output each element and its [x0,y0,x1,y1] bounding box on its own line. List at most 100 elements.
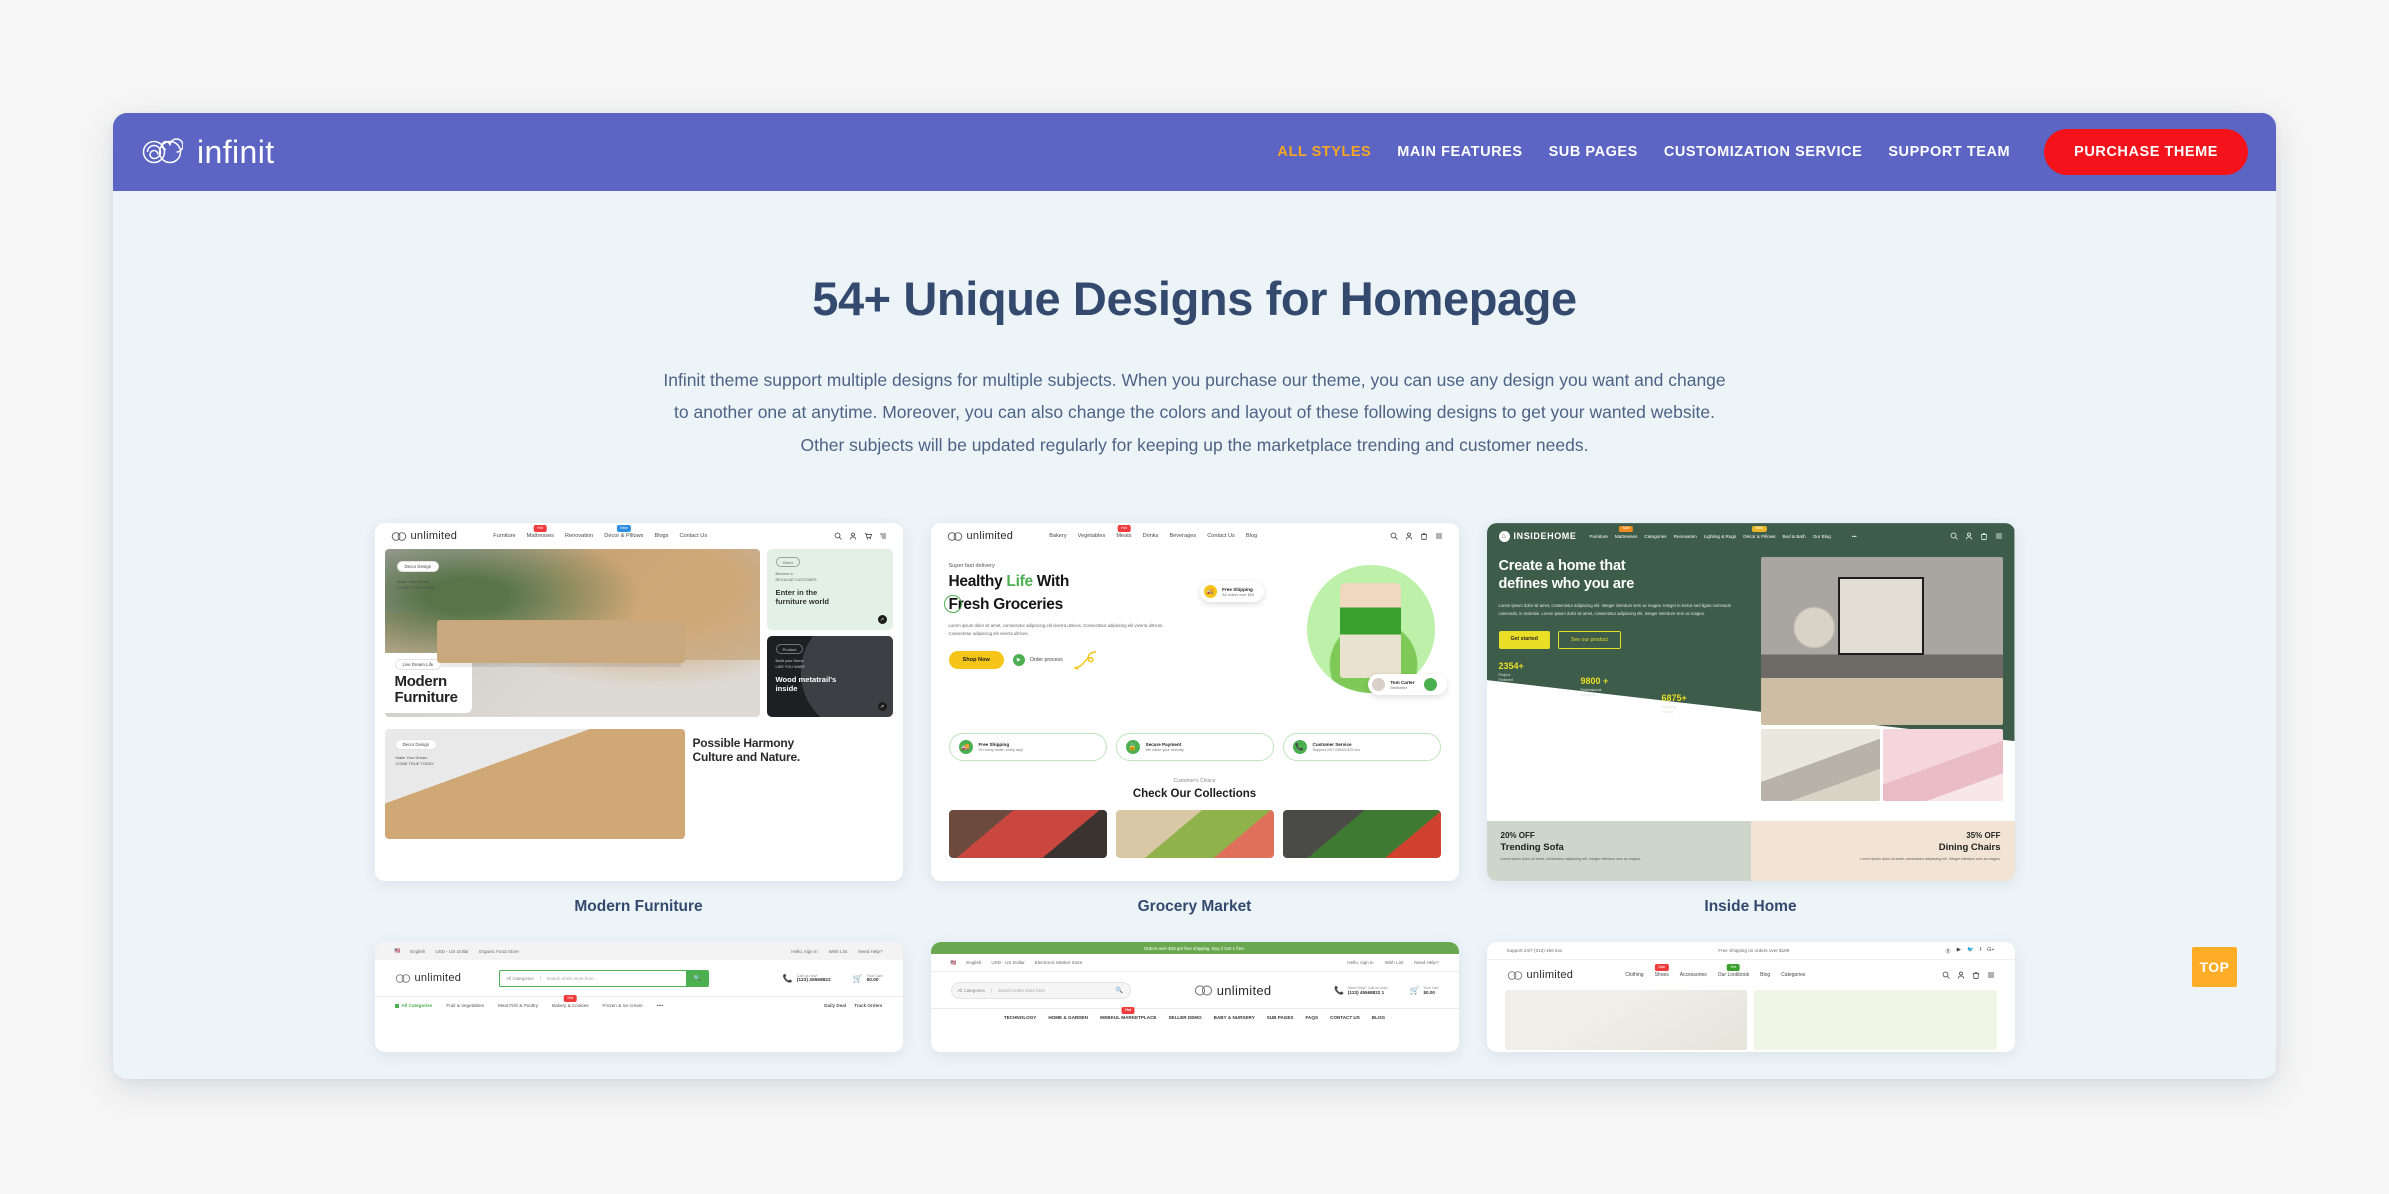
promo-card-product[interactable]: Product Build your Home LIKE YOU WANT Wo… [767,636,893,717]
design-card-organic-food[interactable]: 🇺🇸 English USD - US Dollar Organic Food … [374,942,903,1053]
cart-icon[interactable] [864,532,872,540]
mini-nav-item[interactable]: New Décor & Pillows [1743,525,1775,539]
search-icon[interactable]: 🔍 [686,970,709,986]
design-thumbnail[interactable]: Orders over $49 get free shipping. Buy 2… [930,942,1459,1053]
nav-item-home-garden[interactable]: HOME & GARDEN [1048,1015,1088,1020]
mini-nav-item[interactable]: Blog [1246,533,1257,539]
arrow-icon[interactable]: ↗ [877,615,887,625]
mini-nav-item[interactable]: Our Blog [1813,534,1831,539]
mini-nav-item[interactable]: Hot Meats [1116,525,1132,539]
more-dots-icon[interactable]: •••• [657,1003,663,1008]
nav-item-baby-nursery[interactable]: BABY & NURSERY [1214,1015,1255,1020]
all-categories-button[interactable]: All Categories [394,1003,432,1008]
user-icon[interactable] [849,532,857,540]
design-card-marketplace[interactable]: Orders over $49 get free shipping. Buy 2… [930,942,1459,1053]
collection-tile-fruit[interactable] [1115,810,1274,859]
need-help-link[interactable]: Need Help? [1414,960,1438,965]
search-icon[interactable] [834,532,842,540]
mini-nav-item[interactable]: Renovation [565,533,593,539]
nav-item-categories[interactable]: Categories [1781,972,1805,978]
nav-item-sub-pages[interactable]: SUB PAGES [1549,144,1638,160]
category-item[interactable]: Frozen & Ice cream [603,1003,643,1008]
mini-nav-item[interactable]: Blogs [654,533,668,539]
mini-nav-item[interactable]: Categories [1644,534,1666,539]
brand-logo[interactable]: infinit [141,136,275,168]
menu-icon[interactable] [1995,532,2003,540]
user-icon[interactable] [1965,532,1973,540]
nav-item-accessories[interactable]: Accessories [1680,972,1707,978]
search-icon[interactable]: 🔍 [1116,987,1130,994]
mini-nav-item[interactable]: Furniture [493,533,515,539]
nav-item-technology[interactable]: TECHNOLOGY [1004,1015,1036,1020]
daily-deal-link[interactable]: Daily Deal [824,1003,846,1008]
mini-nav-item[interactable]: Bakery [1049,533,1066,539]
nav-item-our-lookbook[interactable]: Hot Our Lookbook [1718,964,1749,978]
design-thumbnail[interactable]: Support 24/7 (012) 456 5xx Free Shipping… [1486,942,2015,1053]
mini-nav-item[interactable]: New Décor & Pillows [604,525,643,539]
mini-nav-item[interactable]: Furniture [1590,534,1608,539]
promo-dining-chairs[interactable]: 35% OFF Dining Chairs Lorem ipsum dolor … [1750,821,2015,882]
nav-item-seller-demo[interactable]: SELLER DEMO [1168,1015,1201,1020]
purchase-theme-button[interactable]: PURCHASE THEME [2044,129,2248,175]
gallery-thumb-bedroom[interactable] [1883,729,2003,802]
category-item[interactable]: Hot Bakery & Cookies [552,995,589,1008]
promo-card-client[interactable]: Client Become a REGULAR CUSTOMER Enter i… [766,549,893,631]
design-card-modern-furniture[interactable]: unlimited Furniture Hot Mattresses Renova… [374,523,903,916]
search-icon[interactable] [1942,971,1950,979]
get-started-button[interactable]: Get started [1498,630,1550,649]
nav-item-faqs[interactable]: FAQS [1306,1015,1319,1020]
design-thumbnail[interactable]: unlimited Furniture Hot Mattresses Renova… [374,523,903,882]
language-selector[interactable]: English [966,960,981,965]
search-icon[interactable] [1950,532,1958,540]
mini-nav-item[interactable]: Sale Mattresses [1615,525,1637,539]
collection-tile-vegetable[interactable] [1282,810,1441,859]
mini-nav-item[interactable]: Beverages [1169,533,1196,539]
twitter-icon[interactable]: 🐦 [1967,947,1974,955]
search-category-select[interactable]: All Categories [500,975,541,981]
facebook-icon[interactable]: f [1980,947,1982,955]
nav-item-all-styles[interactable]: ALL STYLES [1277,144,1371,160]
design-card-grocery-market[interactable]: unlimited Bakery Vegetables Hot Meats Dri… [930,523,1459,916]
see-our-product-button[interactable]: See our product [1557,630,1621,649]
arrow-icon[interactable]: ↗ [877,702,887,712]
sign-in-link[interactable]: Hello, sign in [791,949,817,954]
mini-nav-item[interactable]: Lighting & Rugs [1704,534,1736,539]
bag-icon[interactable] [1972,971,1980,979]
user-icon[interactable] [1405,532,1413,540]
category-item[interactable]: Meat Fish & Poultry [498,1003,538,1008]
cart-block[interactable]: 🛒 Your Cart $0.00 [853,974,883,983]
cart-block[interactable]: 🛒 Your Cart $0.00 [1409,986,1438,995]
search-bar[interactable]: All Categories Search entire store here … [950,981,1132,999]
design-card-fashion[interactable]: Support 24/7 (012) 456 5xx Free Shipping… [1486,942,2015,1053]
nav-item-customization-service[interactable]: CUSTOMIZATION SERVICE [1664,144,1862,160]
design-thumbnail[interactable]: ⌂ INSIDEHOME Furniture Sale Mattresses Ca… [1486,523,2015,882]
nav-item-sub-pages[interactable]: SUB PAGES [1267,1015,1294,1020]
cart-icon[interactable]: 🛒 [1409,986,1419,995]
nav-item-webkul-marketplace[interactable]: Hot WEBKUL MARKETPLACE [1100,1007,1156,1020]
shop-now-button[interactable]: Shop Now [948,651,1004,670]
collection-tile-meat[interactable] [948,810,1107,859]
wish-list-link[interactable]: Wish List [1385,960,1404,965]
currency-selector[interactable]: USD - US Dollar [435,949,468,954]
category-item[interactable]: Fruit & Vegetables [446,1003,484,1008]
nav-item-contact-us[interactable]: CONTACT US [1330,1015,1360,1020]
currency-selector[interactable]: USD - US Dollar [991,960,1024,965]
mini-nav-item[interactable]: Bed & Bath [1782,534,1805,539]
scroll-to-top-button[interactable]: TOP [2192,947,2237,987]
cart-icon[interactable]: 🛒 [853,974,863,983]
sign-in-link[interactable]: Hello, sign in [1347,960,1373,965]
mini-nav-item[interactable]: Hot Mattresses [527,525,554,539]
language-selector[interactable]: English [410,949,425,954]
mini-nav-item[interactable]: Vegetables [1078,533,1106,539]
search-input[interactable]: Search entire store here [992,988,1116,993]
user-icon[interactable] [1957,971,1965,979]
bag-icon[interactable] [1980,532,1988,540]
wish-list-link[interactable]: Wish List [829,949,848,954]
design-thumbnail[interactable]: 🇺🇸 English USD - US Dollar Organic Food … [374,942,903,1053]
mini-nav-item[interactable]: Drinks [1143,533,1159,539]
nav-item-main-features[interactable]: MAIN FEATURES [1397,144,1522,160]
nav-item-shoes[interactable]: Sale Shoes [1654,964,1669,978]
order-process-button[interactable]: ▶ Order process [1012,654,1063,667]
behance-icon[interactable]: Ⓑ [1945,947,1950,955]
promo-trending-sofa[interactable]: 20% OFF Trending Sofa Lorem ipsum dolor … [1486,821,1751,882]
